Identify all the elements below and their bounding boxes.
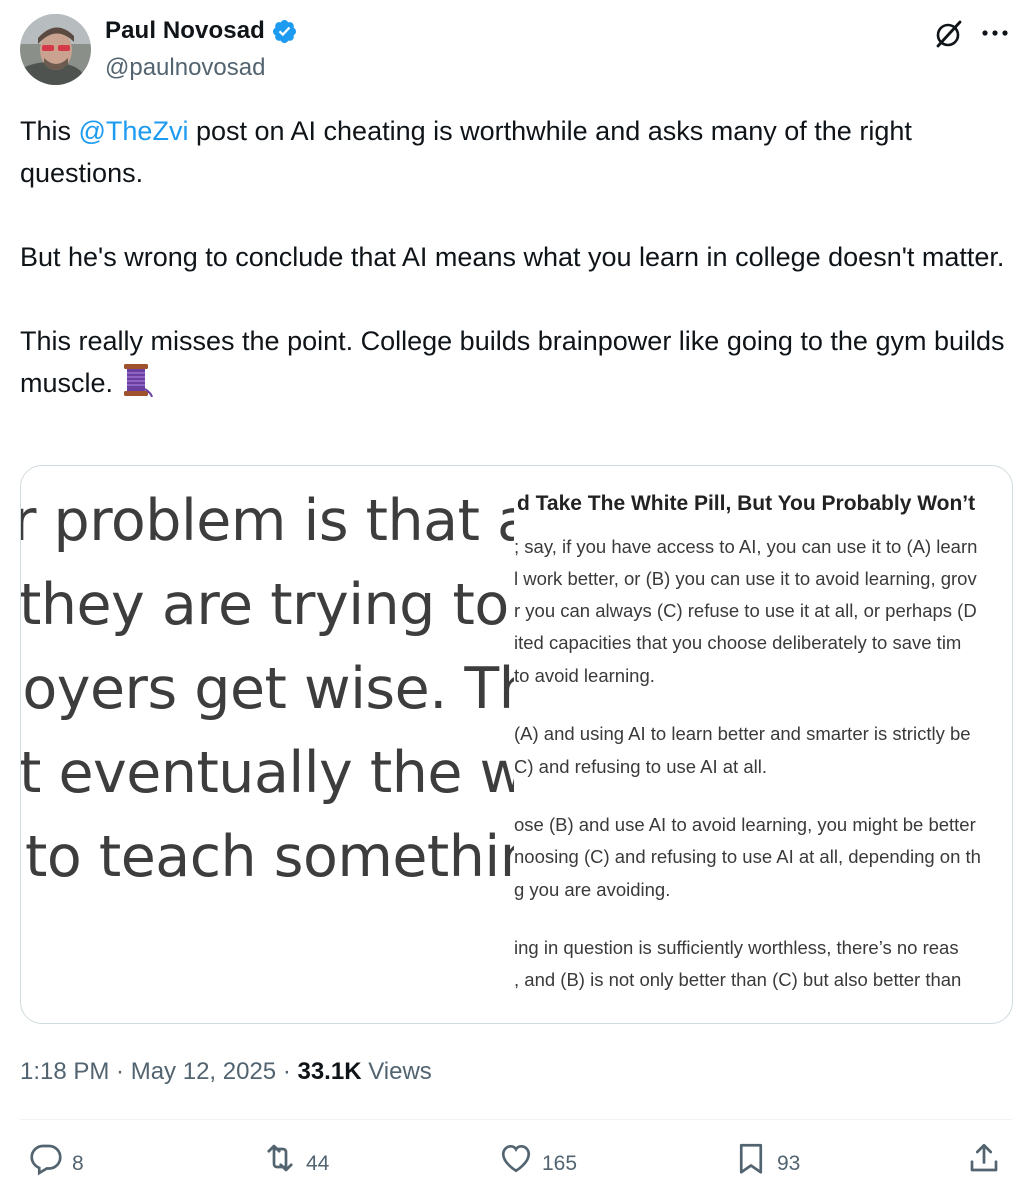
article-line: noosing (C) and refusing to use AI at al… — [514, 846, 981, 867]
article-line: ; say, if you have access to AI, you can… — [514, 536, 978, 557]
grok-button[interactable] — [930, 16, 966, 52]
author-display-name[interactable]: Paul Novosad — [105, 17, 265, 45]
thread-spool-emoji-icon — [123, 364, 153, 397]
article-heading: d Take The White Pill, But You Probably … — [517, 492, 976, 515]
tweet-timestamp: 1:18 PM · May 12, 2025 · 33.1K Views — [20, 1058, 432, 1086]
bookmark-count: 93 — [777, 1152, 801, 1175]
bookmark-icon — [739, 1143, 763, 1174]
more-dots-icon — [982, 30, 1008, 36]
article-line: ose (B) and use AI to avoid learning, yo… — [514, 814, 976, 835]
reply-button[interactable]: 8 — [28, 1140, 84, 1176]
author-handle[interactable]: @paulnovosad — [105, 54, 265, 82]
meta-separator: · — [109, 1058, 131, 1085]
like-count: 165 — [542, 1152, 578, 1175]
media-attachment[interactable]: r problem is that a deg they are trying … — [20, 465, 1013, 1024]
zoomed-text-line: they are trying to conv — [21, 572, 514, 638]
article-line: r you can always (C) refuse to use it at… — [514, 600, 977, 621]
views-label: Views — [361, 1058, 432, 1085]
tweet-text-body: post on AI cheating is worthwhile and as… — [20, 116, 1005, 398]
grok-icon — [936, 20, 962, 48]
article-line: (A) and using AI to learn better and sma… — [514, 723, 971, 744]
article-line: , and (B) is not only better than (C) bu… — [514, 969, 962, 990]
zoomed-text-line: r problem is that a deg — [21, 488, 514, 554]
reply-count: 8 — [72, 1152, 84, 1175]
article-line: l work better, or (B) you can use it to … — [514, 568, 977, 589]
tweet-time[interactable]: 1:18 PM — [20, 1058, 109, 1085]
repost-icon — [267, 1144, 293, 1172]
tweet-text-intro: This — [20, 116, 79, 146]
meta-separator: · — [276, 1058, 298, 1085]
verified-badge-icon — [272, 19, 296, 43]
zoomed-text-line: loyers get wise. There — [21, 656, 514, 722]
share-icon — [970, 1143, 998, 1172]
media-image-article-excerpt[interactable]: d Take The White Pill, But You Probably … — [514, 466, 1012, 1023]
views-count[interactable]: 33.1K — [297, 1058, 361, 1085]
repost-button[interactable]: 44 — [262, 1140, 329, 1176]
tweet-date[interactable]: May 12, 2025 — [131, 1058, 276, 1085]
zoomed-text-line: to teach something tl — [25, 824, 514, 890]
zoomed-text-line: t eventually the whole — [21, 740, 514, 806]
heart-icon — [501, 1144, 531, 1173]
action-bar: 8 44 165 93 — [0, 1140, 1022, 1180]
reply-icon — [30, 1144, 62, 1176]
avatar-image — [20, 14, 91, 85]
share-button[interactable] — [966, 1140, 1002, 1176]
like-button[interactable]: 165 — [498, 1140, 577, 1176]
author-name-row[interactable]: Paul Novosad — [105, 17, 298, 45]
article-line: ited capacities that you choose delibera… — [514, 632, 962, 653]
tweet-text: This @TheZvi post on AI cheating is wort… — [20, 110, 1010, 404]
article-line: g you are avoiding. — [514, 879, 671, 900]
divider — [20, 1119, 1012, 1120]
mention-link[interactable]: @TheZvi — [79, 116, 189, 146]
more-options-button[interactable] — [978, 18, 1012, 48]
avatar[interactable] — [20, 14, 91, 85]
repost-count: 44 — [306, 1152, 330, 1175]
article-line: ing in question is sufficiently worthles… — [514, 937, 959, 958]
article-line: to avoid learning. — [514, 665, 655, 686]
media-image-zoomed-text[interactable]: r problem is that a deg they are trying … — [21, 466, 514, 1023]
bookmark-button[interactable]: 93 — [733, 1140, 800, 1176]
article-line: C) and refusing to use AI at all. — [514, 756, 767, 777]
